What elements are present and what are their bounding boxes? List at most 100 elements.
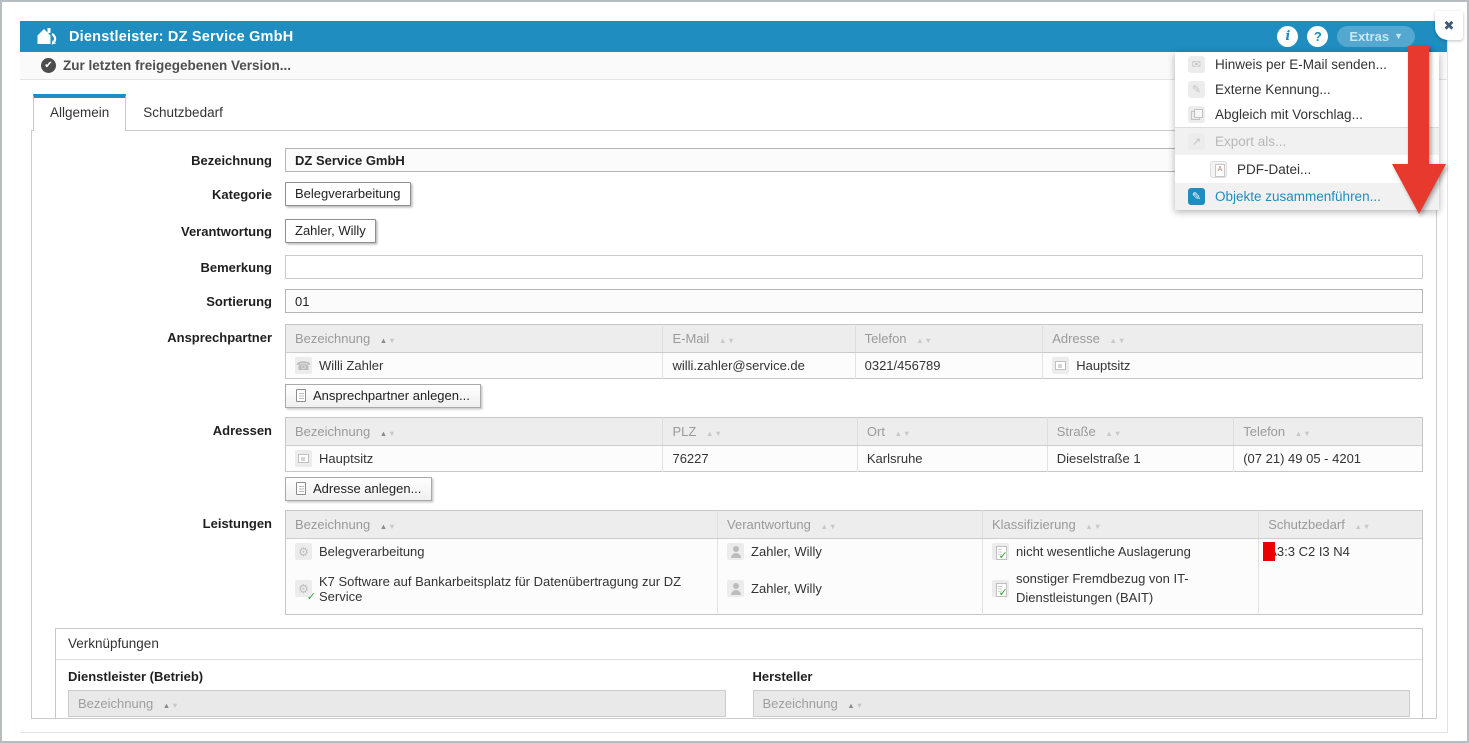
menu-item-abgleich-vorschlag[interactable]: Abgleich mit Vorschlag...: [1175, 102, 1439, 127]
extras-dropdown-menu: ✉ Hinweis per E-Mail senden... ✎ Externe…: [1175, 52, 1439, 210]
sortierung-input[interactable]: [285, 289, 1423, 313]
phone-icon: ☎: [295, 357, 312, 374]
verknuepfungen-title: Verknüpfungen: [56, 629, 1422, 660]
table-row[interactable]: Hauptsitz 76227 Karlsruhe Dieselstraße 1…: [286, 446, 1423, 472]
sort-icon: ▲▼: [380, 522, 397, 531]
chevron-down-icon: ▼: [1394, 32, 1403, 41]
menu-item-pdf-datei[interactable]: PDF-Datei...: [1175, 155, 1439, 183]
ansprechpartner-anlegen-button[interactable]: Ansprechpartner anlegen...: [285, 384, 481, 408]
adressen-label: Adressen: [32, 417, 285, 438]
hersteller-column: Hersteller Bezeichnung ▲▼: [753, 669, 1411, 717]
sort-icon: ▲▼: [1295, 429, 1312, 438]
form-row-verantwortung: Verantwortung Zahler, Willy: [32, 219, 1436, 243]
tab-content-allgemein: Bezeichnung Kategorie Belegverarbeitung …: [31, 130, 1437, 719]
column-header-klassifizierung[interactable]: Klassifizierung ▲▼: [982, 511, 1258, 539]
bemerkung-input[interactable]: [285, 255, 1423, 279]
dienstleister-icon: [35, 26, 59, 47]
sort-icon: ▲▼: [847, 701, 864, 710]
column-header-email[interactable]: E-Mail ▲▼: [663, 325, 855, 353]
gear-check-icon: ⚙: [295, 580, 312, 597]
sort-icon: ▲▼: [380, 429, 397, 438]
adressen-table: Bezeichnung ▲▼ PLZ ▲▼ Ort ▲▼: [285, 417, 1423, 472]
dienstleister-betrieb-column: Dienstleister (Betrieb) Bezeichnung ▲▼: [68, 669, 726, 717]
leistungen-table: Bezeichnung ▲▼ Verantwortung ▲▼ Klassifi…: [285, 510, 1423, 615]
new-document-icon: [296, 482, 306, 495]
menu-item-export-als: ↗ Export als...: [1175, 128, 1439, 155]
column-header-bezeichnung[interactable]: Bezeichnung ▲▼: [286, 325, 663, 353]
bemerkung-label: Bemerkung: [32, 255, 285, 275]
column-header-bezeichnung[interactable]: Bezeichnung ▲▼: [286, 418, 663, 446]
edit-icon: ✎: [1188, 81, 1205, 98]
column-header-adresse[interactable]: Adresse ▲▼: [1043, 325, 1423, 353]
classification-check-icon: [992, 543, 1009, 560]
help-icon[interactable]: ?: [1307, 26, 1328, 47]
info-icon[interactable]: i: [1277, 26, 1298, 47]
extras-button[interactable]: Extras ▼: [1337, 26, 1415, 47]
copy-icon: [1188, 106, 1205, 123]
adresse-anlegen-button[interactable]: Adresse anlegen...: [285, 477, 432, 501]
sort-icon: ▲▼: [380, 336, 397, 345]
tab-allgemein[interactable]: Allgemein: [33, 94, 126, 131]
tab-schutzbedarf[interactable]: Schutzbedarf: [126, 95, 240, 130]
kategorie-chip[interactable]: Belegverarbeitung: [285, 182, 411, 206]
sort-icon: ▲▼: [895, 429, 912, 438]
sort-icon: ▲▼: [1110, 336, 1127, 345]
bezeichnung-label: Bezeichnung: [32, 148, 285, 168]
verantwortung-chip[interactable]: Zahler, Willy: [285, 219, 376, 243]
person-icon: [727, 543, 744, 560]
column-header-ort[interactable]: Ort ▲▼: [857, 418, 1047, 446]
ansprechpartner-table: Bezeichnung ▲▼ E-Mail ▲▼ Telefon ▲▼: [285, 324, 1423, 379]
table-row[interactable]: ☎ Willi Zahler willi.zahler@service.de 0…: [286, 353, 1423, 379]
form-row-bemerkung: Bemerkung: [32, 255, 1436, 279]
column-header-schutzbedarf[interactable]: Schutzbedarf ▲▼: [1259, 511, 1423, 539]
menu-item-hinweis-email[interactable]: ✉ Hinweis per E-Mail senden...: [1175, 52, 1439, 77]
new-document-icon: [296, 389, 306, 402]
column-header-plz[interactable]: PLZ ▲▼: [663, 418, 857, 446]
title-bar: Dienstleister: DZ Service GmbH i ? Extra…: [20, 21, 1447, 52]
address-icon: [1052, 357, 1069, 374]
form-row-ansprechpartner: Ansprechpartner Bezeichnung ▲▼ E-Mail ▲▼: [32, 324, 1436, 408]
page-title: Dienstleister: DZ Service GmbH: [69, 29, 293, 45]
sort-icon: ▲▼: [821, 522, 838, 531]
close-button[interactable]: ✖: [1435, 11, 1463, 40]
table-row[interactable]: ⚙ Belegverarbeitung Zahler, Willy nicht …: [286, 539, 1423, 565]
hersteller-header: Bezeichnung ▲▼: [753, 690, 1411, 717]
export-icon: ↗: [1188, 133, 1205, 150]
screenshot-frame: Dienstleister: DZ Service GmbH i ? Extra…: [0, 0, 1469, 743]
column-header-telefon[interactable]: Telefon ▲▼: [855, 325, 1043, 353]
address-icon: [295, 450, 312, 467]
form-row-leistungen: Leistungen Bezeichnung ▲▼ Verantwortung …: [32, 510, 1436, 615]
column-header-strasse[interactable]: Straße ▲▼: [1047, 418, 1233, 446]
sort-icon: ▲▼: [916, 336, 933, 345]
verknuepfungen-section: Verknüpfungen Dienstleister (Betrieb) Be…: [55, 628, 1423, 719]
titlebar-actions: i ? Extras ▼: [1277, 26, 1429, 47]
merge-edit-icon: ✎: [1188, 188, 1205, 205]
version-link: Zur letzten freigegebenen Version...: [63, 58, 291, 73]
pdf-icon: [1210, 161, 1227, 178]
menu-item-objekte-zusammenfuehren[interactable]: ✎ Objekte zusammenführen...: [1175, 183, 1439, 210]
table-row[interactable]: ⚙ K7 Software auf Bankarbeitsplatz für D…: [286, 564, 1423, 614]
column-header-telefon[interactable]: Telefon ▲▼: [1234, 418, 1423, 446]
schutzbedarf-cell: A3:3 C2 I3 N4: [1259, 539, 1423, 565]
sort-icon: ▲▼: [1105, 429, 1122, 438]
close-icon: ✖: [1444, 18, 1455, 34]
column-header-bezeichnung[interactable]: Bezeichnung ▲▼: [286, 511, 718, 539]
menu-item-externe-kennung[interactable]: ✎ Externe Kennung...: [1175, 77, 1439, 102]
classification-check-icon: [992, 580, 1009, 597]
sort-icon: ▲▼: [706, 429, 723, 438]
dienstleister-betrieb-header: Bezeichnung ▲▼: [68, 690, 726, 717]
kategorie-label: Kategorie: [32, 182, 285, 202]
sort-icon: ▲▼: [163, 701, 180, 710]
sortierung-label: Sortierung: [32, 289, 285, 309]
verantwortung-label: Verantwortung: [32, 219, 285, 239]
form-row-adressen: Adressen Bezeichnung ▲▼ PLZ ▲▼: [32, 417, 1436, 501]
sort-icon: ▲▼: [1085, 522, 1102, 531]
ansprechpartner-label: Ansprechpartner: [32, 324, 285, 345]
sort-icon: ▲▼: [1354, 522, 1371, 531]
schutzbedarf-red-indicator: [1263, 542, 1275, 561]
extras-label: Extras: [1349, 29, 1389, 44]
column-header-verantwortung[interactable]: Verantwortung ▲▼: [718, 511, 983, 539]
sort-icon: ▲▼: [719, 336, 736, 345]
person-icon: [727, 580, 744, 597]
form-row-sortierung: Sortierung: [32, 289, 1436, 313]
